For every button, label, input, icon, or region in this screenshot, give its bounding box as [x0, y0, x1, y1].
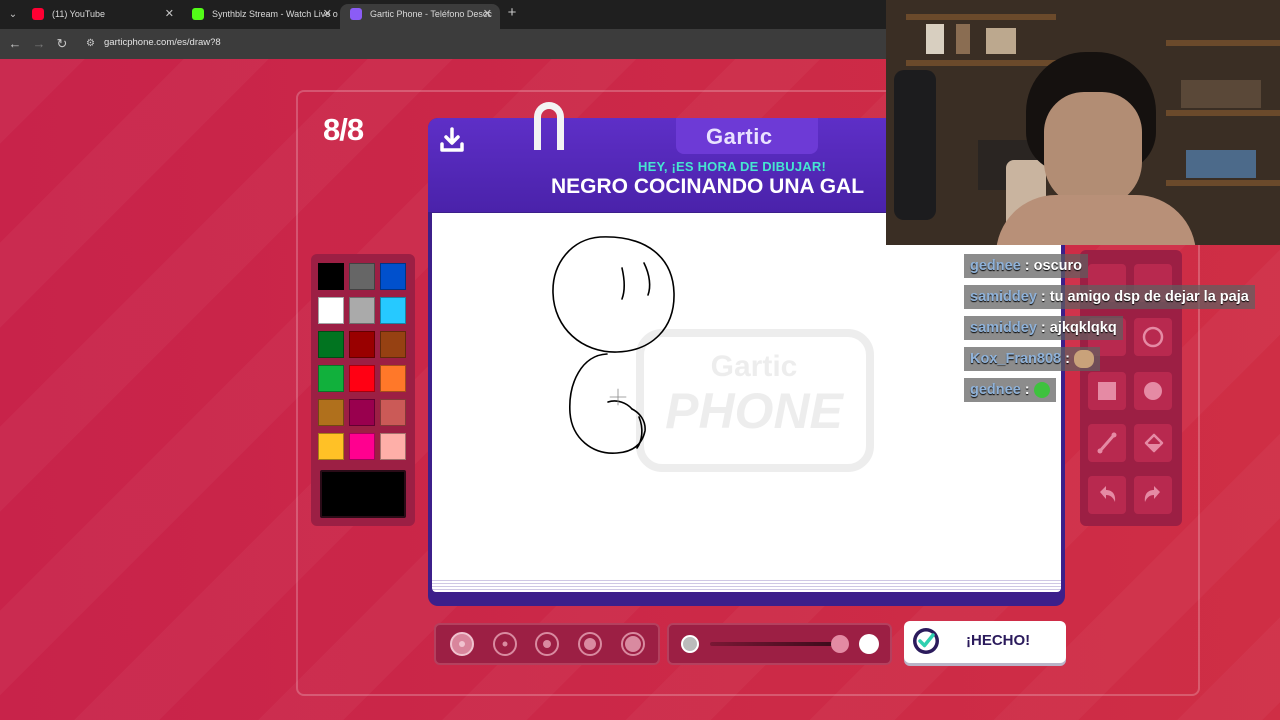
color-swatch[interactable] [380, 331, 406, 358]
webcam-overlay [886, 0, 1280, 245]
prompt-label: HEY, ¡ES HORA DE DIBUJAR! [638, 159, 826, 174]
chat-message: gednee : [964, 378, 1056, 402]
watermark-logo: Gartic PHONE [636, 329, 874, 472]
chat-username: Kox_Fran808 [970, 351, 1062, 367]
back-icon[interactable]: ← [6, 35, 24, 53]
round-counter: 8/8 [323, 112, 364, 147]
prompt-text: NEGRO COCINANDO UNA GAL [551, 175, 865, 198]
opacity-slider-handle[interactable] [831, 635, 849, 653]
current-color-preview [320, 470, 406, 518]
color-swatch[interactable] [349, 297, 375, 324]
download-icon[interactable] [438, 126, 466, 154]
color-swatch[interactable] [318, 331, 344, 358]
chat-separator: : [1036, 320, 1050, 336]
tab-title: Synthblz Stream - Watch Live o [212, 9, 338, 19]
watermark-line2: PHONE [665, 383, 844, 439]
forward-icon[interactable]: → [30, 35, 48, 53]
check-icon [913, 628, 939, 654]
gartic-icon [350, 8, 362, 20]
color-swatch[interactable] [318, 399, 344, 426]
notebook-pages [432, 578, 1061, 592]
notebook-ring [534, 102, 564, 150]
chat-separator: : [1020, 258, 1034, 274]
color-swatch[interactable] [318, 263, 344, 290]
square-fill-tool-icon[interactable] [1088, 372, 1126, 410]
reload-icon[interactable]: ↻ [53, 35, 71, 53]
color-swatch[interactable] [380, 399, 406, 426]
color-swatch[interactable] [318, 297, 344, 324]
chat-message: gednee : oscuro [964, 254, 1088, 278]
watermark-line1: Gartic [711, 350, 798, 383]
done-button-label[interactable]: ¡HECHO! [966, 632, 1030, 649]
youtube-icon [32, 8, 44, 20]
chat-separator: : [1061, 351, 1074, 367]
kick-icon [192, 8, 204, 20]
fill-bucket-icon[interactable] [1134, 424, 1172, 462]
chat-separator: : [1036, 289, 1050, 305]
circle-outline-tool-icon[interactable] [1134, 318, 1172, 356]
chat-username: gednee [970, 382, 1021, 398]
chat-text: ajkqklqkq [1049, 320, 1117, 336]
undo-icon[interactable] [1088, 476, 1126, 514]
opacity-max-icon [859, 634, 879, 654]
close-icon[interactable]: ✕ [323, 4, 332, 24]
sketch-strokes [552, 236, 675, 454]
new-tab-icon[interactable]: + [504, 4, 520, 24]
chat-separator: : [1020, 382, 1034, 398]
tab-youtube[interactable]: (11) YouTube ✕ [22, 4, 182, 29]
chat-text: tu amigo dsp de dejar la paja [1049, 289, 1249, 305]
color-swatch[interactable] [380, 433, 406, 460]
tab-title: (11) YouTube [52, 9, 106, 19]
color-swatch[interactable] [349, 263, 375, 290]
cat-emote-icon [1073, 350, 1094, 369]
close-icon[interactable]: ✕ [483, 4, 492, 24]
close-icon[interactable]: ✕ [165, 4, 174, 24]
chat-username: samiddey [970, 320, 1037, 336]
opacity-min-icon [681, 635, 699, 653]
chat-message: Kox_Fran808 : [964, 347, 1100, 371]
color-swatch[interactable] [380, 297, 406, 324]
color-swatch[interactable] [380, 263, 406, 290]
chat-username: gednee [970, 258, 1021, 274]
chat-message: samiddey : tu amigo dsp de dejar la paja [964, 285, 1255, 309]
color-swatch[interactable] [349, 365, 375, 392]
chat-message: samiddey : ajkqklqkq [964, 316, 1123, 340]
redo-icon[interactable] [1134, 476, 1172, 514]
gartic-logo: Gartic [706, 124, 773, 149]
color-swatch[interactable] [318, 433, 344, 460]
color-swatch[interactable] [349, 433, 375, 460]
chat-username: samiddey [970, 289, 1037, 305]
color-swatch[interactable] [349, 331, 375, 358]
tab-title: Gartic Phone - Teléfono Descc [370, 9, 492, 19]
color-swatch[interactable] [349, 399, 375, 426]
circle-fill-tool-icon[interactable] [1134, 372, 1172, 410]
color-swatch[interactable] [318, 365, 344, 392]
color-swatch[interactable] [380, 365, 406, 392]
green-emote-icon [1033, 382, 1050, 399]
line-tool-icon[interactable] [1088, 424, 1126, 462]
tab-search-icon[interactable]: ⌄ [4, 6, 22, 24]
opacity-slider[interactable] [710, 642, 840, 646]
site-info-icon[interactable]: ⚙ [86, 38, 97, 49]
brush-size-dots [459, 636, 641, 652]
chat-text: oscuro [1033, 258, 1082, 274]
tab-gartic[interactable]: Gartic Phone - Teléfono Descc ✕ [340, 4, 500, 29]
tab-kick[interactable]: Synthblz Stream - Watch Live o ✕ [182, 4, 340, 29]
address-bar[interactable]: garticphone.com/es/draw?8 [104, 37, 221, 48]
